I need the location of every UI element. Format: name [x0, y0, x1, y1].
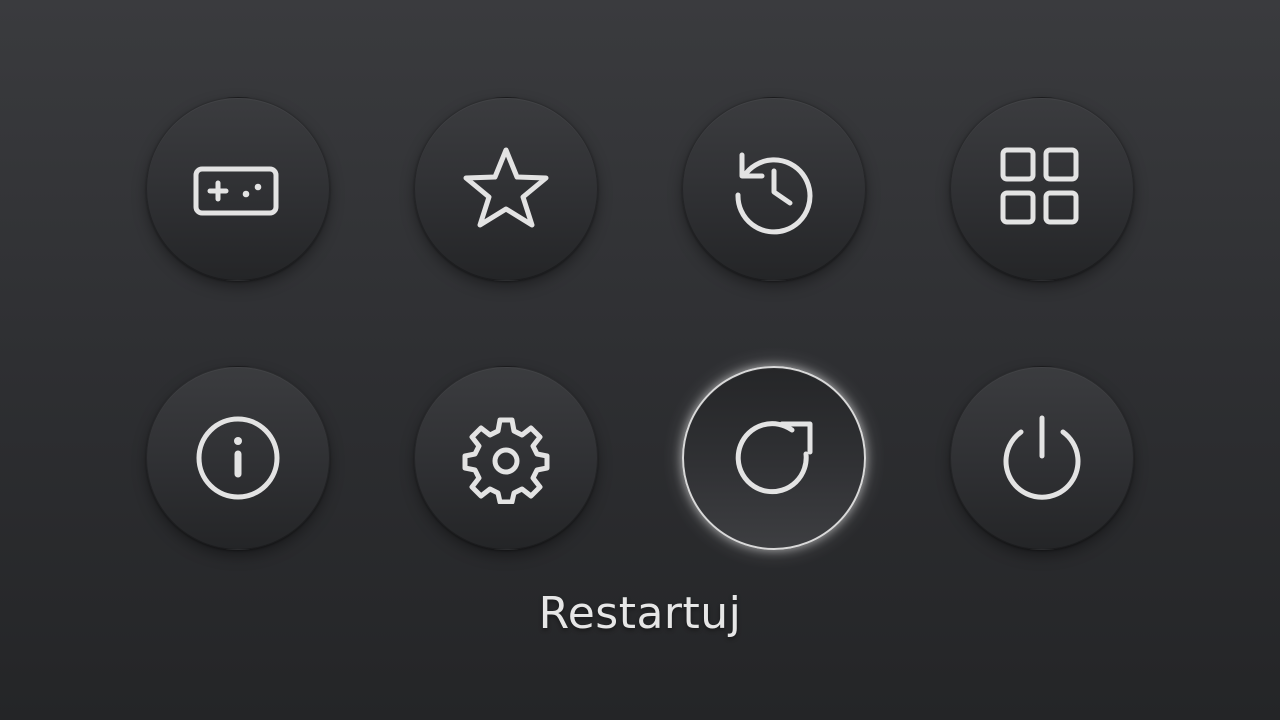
power-icon: [996, 412, 1088, 504]
power-button[interactable]: [950, 366, 1134, 550]
grid-icon: [996, 143, 1088, 235]
selected-item-label: Restartuj: [538, 588, 742, 639]
favorites-button[interactable]: [414, 97, 598, 281]
history-button[interactable]: [682, 97, 866, 281]
history-icon: [728, 143, 820, 235]
gear-icon: [460, 412, 552, 504]
star-icon: [460, 143, 552, 235]
info-icon: [192, 412, 284, 504]
restart-button[interactable]: [682, 366, 866, 550]
apps-button[interactable]: [950, 97, 1134, 281]
games-button[interactable]: [146, 97, 330, 281]
info-button[interactable]: [146, 366, 330, 550]
restart-icon: [728, 412, 820, 504]
settings-button[interactable]: [414, 366, 598, 550]
gamepad-icon: [192, 143, 284, 235]
